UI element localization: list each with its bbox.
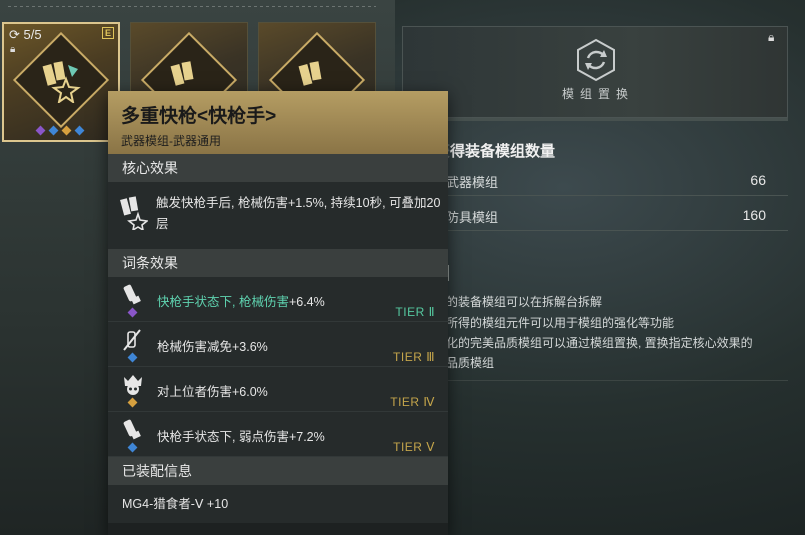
core-effect-header: 核心效果 bbox=[108, 154, 448, 182]
stat-value: 66 bbox=[750, 172, 766, 188]
quickdraw-module-icon bbox=[42, 60, 81, 103]
affix-text: 枪械伤害减免+3.6% bbox=[157, 340, 268, 354]
affix-tier: TIER Ⅴ bbox=[393, 440, 435, 454]
affix-row: 快枪手状态下, 弱点伤害+7.2% TIER Ⅴ bbox=[108, 412, 448, 457]
lock-icon[interactable]: 🔒︎ bbox=[10, 44, 15, 55]
affix-dots bbox=[35, 125, 85, 136]
rarity-badge: E bbox=[102, 27, 114, 39]
module-name: 多重快枪<快枪手> bbox=[121, 106, 277, 127]
panel-divider bbox=[402, 380, 788, 381]
info-line: 化的完美品质模组可以通过模组置换, 置换指定核心效果的 bbox=[446, 336, 753, 350]
stat-row-armor: 防具模组 160 bbox=[402, 201, 788, 231]
equip-info-header: 已装配信息 bbox=[108, 457, 448, 485]
affix-quality-dot bbox=[127, 397, 138, 408]
bullet-icon bbox=[123, 419, 141, 440]
charge-counter: ⟳ 5/5 bbox=[9, 27, 42, 42]
shield-slash-icon bbox=[123, 329, 141, 351]
panel-divider bbox=[402, 118, 788, 121]
header-divider bbox=[8, 6, 376, 7]
lock-icon[interactable]: 🔒︎ bbox=[768, 30, 774, 45]
tooltip-header: 多重快枪<快枪手> 武器模组-武器通用 bbox=[108, 91, 448, 154]
quickdraw-core-icon bbox=[120, 196, 148, 230]
stat-value: 160 bbox=[742, 207, 766, 223]
affix-quality-dot bbox=[127, 307, 138, 318]
affix-dot bbox=[35, 125, 46, 136]
affix-tier: TIER Ⅲ bbox=[393, 350, 435, 364]
affix-tier: TIER Ⅱ bbox=[395, 305, 435, 319]
info-line: 品质模组 bbox=[446, 356, 495, 370]
bullet-icon bbox=[123, 284, 141, 305]
affix-header: 词条效果 bbox=[108, 249, 448, 277]
module-card-1[interactable]: ⟳ 5/5 🔒︎ E bbox=[2, 22, 120, 142]
affix-dot bbox=[74, 125, 85, 136]
stat-label: 武器模组 bbox=[446, 175, 499, 190]
affix-row: 枪械伤害减免+3.6% TIER Ⅲ bbox=[108, 322, 448, 367]
module-category: 武器模组-武器通用 bbox=[121, 134, 221, 148]
affix-tier: TIER Ⅳ bbox=[390, 395, 435, 409]
swap-icon[interactable] bbox=[574, 38, 618, 82]
affix-quality-dot bbox=[127, 352, 138, 363]
stat-label: 防具模组 bbox=[446, 210, 499, 225]
swap-label: 模组置换 bbox=[562, 87, 635, 101]
equip-info: MG4-猎食者-Ⅴ +10 bbox=[108, 485, 448, 523]
affix-text: 快枪手状态下, 弱点伤害+7.2% bbox=[157, 430, 325, 444]
info-line: 所得的模组元件可以用于模组的强化等功能 bbox=[446, 316, 675, 330]
module-tooltip: 多重快枪<快枪手> 武器模组-武器通用 核心效果 触发快枪手后, 枪械伤害+1.… bbox=[108, 91, 448, 535]
info-line: 的装备模组可以在拆解台拆解 bbox=[446, 295, 603, 309]
core-effect-text: 触发快枪手后, 枪械伤害+1.5%, 持续10秒, 可叠加20层 bbox=[156, 196, 441, 231]
affix-text: 对上位者伤害+6.0% bbox=[157, 385, 268, 399]
affix-text: 快枪手状态下, 枪械伤害+6.4% bbox=[157, 295, 325, 309]
affix-dot bbox=[61, 125, 72, 136]
affix-dot bbox=[48, 125, 59, 136]
affix-row: 对上位者伤害+6.0% TIER Ⅳ bbox=[108, 367, 448, 412]
boss-skull-icon bbox=[124, 375, 142, 395]
stat-row-weapon: 武器模组 66 bbox=[402, 166, 788, 196]
affix-row: 快枪手状态下, 枪械伤害+6.4% TIER Ⅱ bbox=[108, 277, 448, 322]
core-effect: 触发快枪手后, 枪械伤害+1.5%, 持续10秒, 可叠加20层 bbox=[108, 182, 448, 249]
affix-quality-dot bbox=[127, 442, 138, 453]
